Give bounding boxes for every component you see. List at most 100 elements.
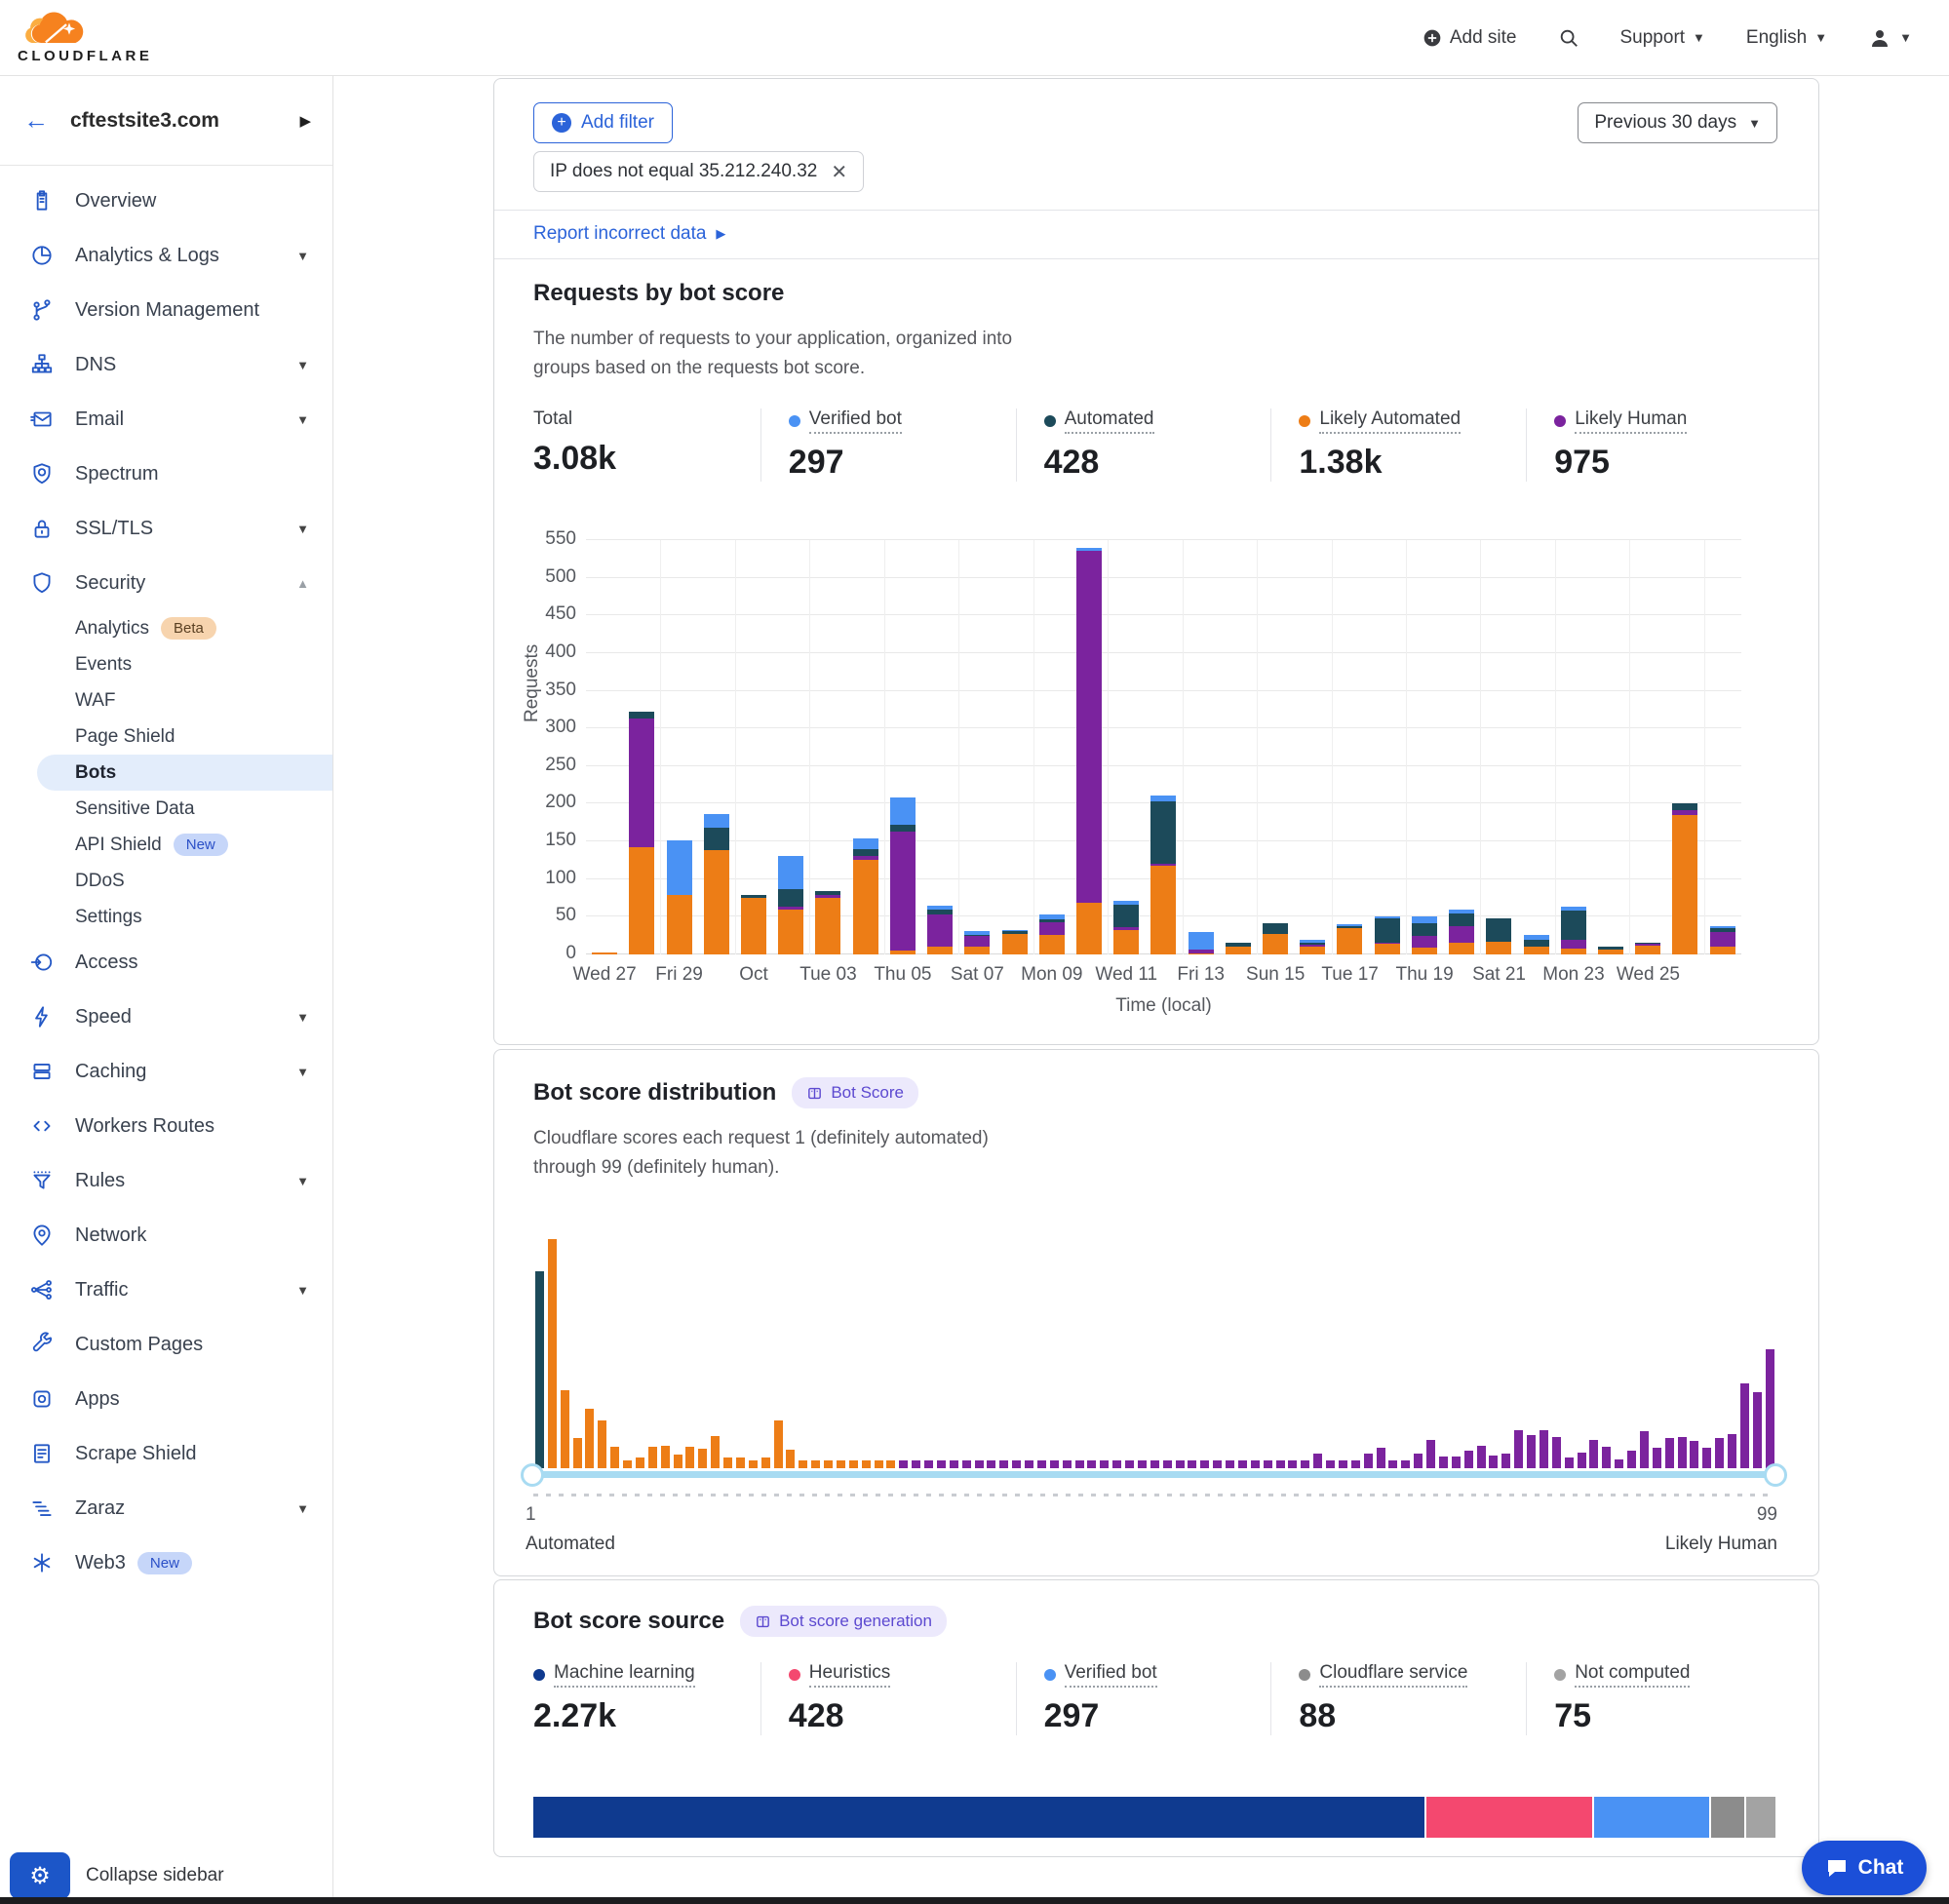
sidebar-item-security[interactable]: Security▲ bbox=[0, 556, 332, 610]
add-filter-button[interactable]: + Add filter bbox=[533, 102, 673, 143]
machine-learning-segment bbox=[533, 1797, 1426, 1838]
likely-automated-segment bbox=[629, 847, 654, 955]
add-site-button[interactable]: Add site bbox=[1423, 27, 1517, 49]
sidebar-item-analytics-logs[interactable]: Analytics & Logs▼ bbox=[0, 228, 332, 283]
search-button[interactable] bbox=[1558, 27, 1579, 49]
collapse-sidebar-button[interactable]: Collapse sidebar bbox=[86, 1865, 224, 1886]
score-41-bar bbox=[1037, 1460, 1046, 1468]
sidebar-item-waf[interactable]: WAF bbox=[0, 682, 332, 719]
date-range-dropdown[interactable]: Previous 30 days ▼ bbox=[1578, 102, 1777, 143]
sidebar-item-page-shield[interactable]: Page Shield bbox=[0, 719, 332, 755]
hist-slot bbox=[1412, 1239, 1424, 1468]
sidebar-item-settings[interactable]: Settings bbox=[0, 899, 332, 935]
bar-slot bbox=[958, 540, 995, 954]
bar-slot bbox=[1555, 540, 1592, 954]
stat-machine-learning: Machine learning2.27k bbox=[533, 1662, 760, 1735]
filter-chip[interactable]: IP does not equal 35.212.240.32 ✕ bbox=[533, 151, 864, 192]
sidebar-item-version-management[interactable]: Version Management bbox=[0, 283, 332, 337]
sidebar-item-email[interactable]: Email▼ bbox=[0, 392, 332, 447]
sidebar-item-traffic[interactable]: Traffic▼ bbox=[0, 1263, 332, 1317]
slider-handle-max[interactable] bbox=[1764, 1463, 1787, 1487]
sidebar-item-dns[interactable]: DNS▼ bbox=[0, 337, 332, 392]
likely-automated-segment bbox=[778, 910, 803, 954]
sidebar-item-label: Security bbox=[75, 572, 145, 595]
sidebar-item-speed[interactable]: Speed▼ bbox=[0, 990, 332, 1044]
stacked-bar bbox=[629, 712, 654, 954]
site-expand-icon[interactable]: ▶ bbox=[299, 112, 311, 130]
sidebar-item-ssl-tls[interactable]: SSL/TLS▼ bbox=[0, 501, 332, 556]
score-slider-track[interactable] bbox=[525, 1471, 1782, 1478]
sidebar-item-scrape-shield[interactable]: Scrape Shield bbox=[0, 1426, 332, 1481]
hist-slot bbox=[1161, 1239, 1174, 1468]
stacked-bar bbox=[1300, 940, 1325, 954]
score-31-bar bbox=[912, 1460, 920, 1468]
support-menu[interactable]: Support▼ bbox=[1620, 27, 1705, 49]
slider-handle-min[interactable] bbox=[521, 1463, 544, 1487]
hist-slot bbox=[1224, 1239, 1236, 1468]
hist-slot bbox=[747, 1239, 760, 1468]
sidebar-item-spectrum[interactable]: Spectrum bbox=[0, 447, 332, 501]
bot-score-badge[interactable]: Bot Score bbox=[792, 1077, 918, 1108]
sidebar-item-rules[interactable]: Rules▼ bbox=[0, 1153, 332, 1208]
score-35-bar bbox=[962, 1460, 971, 1468]
score-25-bar bbox=[837, 1460, 845, 1468]
language-menu[interactable]: English▼ bbox=[1746, 27, 1827, 49]
likely-automated-segment bbox=[964, 947, 990, 955]
score-12-bar bbox=[674, 1455, 682, 1468]
stat-value: 1.38k bbox=[1299, 444, 1506, 482]
sidebar-item-caching[interactable]: Caching▼ bbox=[0, 1044, 332, 1099]
bar-slot bbox=[995, 540, 1033, 954]
sidebar-item-api-shield[interactable]: API ShieldNew bbox=[0, 827, 332, 863]
sidebar-item-analytics[interactable]: AnalyticsBeta bbox=[0, 610, 332, 646]
chevron-down-icon: ▼ bbox=[296, 1501, 309, 1516]
sidebar-item-workers-routes[interactable]: Workers Routes bbox=[0, 1099, 332, 1153]
hist-slot bbox=[1588, 1239, 1601, 1468]
stat-label: Total bbox=[533, 408, 572, 430]
score-90-bar bbox=[1653, 1448, 1661, 1468]
hist-slot bbox=[1713, 1239, 1726, 1468]
verified-bot-dot bbox=[1044, 1669, 1056, 1681]
score-max-label: Likely Human bbox=[1665, 1534, 1777, 1555]
back-arrow-icon[interactable]: ← bbox=[23, 105, 49, 136]
sidebar-item-label: SSL/TLS bbox=[75, 518, 153, 540]
sidebar-item-label: API Shield bbox=[75, 835, 162, 856]
chat-button[interactable]: Chat bbox=[1802, 1841, 1927, 1895]
score-70-bar bbox=[1401, 1460, 1410, 1468]
cloudflare-logo[interactable]: CLOUDFLARE bbox=[18, 11, 152, 64]
sidebar-item-bots[interactable]: Bots bbox=[37, 755, 332, 791]
score-75-bar bbox=[1464, 1451, 1473, 1468]
close-icon[interactable]: ✕ bbox=[831, 160, 847, 184]
sidebar-item-sensitive-data[interactable]: Sensitive Data bbox=[0, 791, 332, 827]
sidebar-item-access[interactable]: Access bbox=[0, 935, 332, 990]
sidebar-item-events[interactable]: Events bbox=[0, 646, 332, 682]
preferences-button[interactable]: ⚙ bbox=[10, 1852, 70, 1899]
sidebar-item-custom-pages[interactable]: Custom Pages bbox=[0, 1317, 332, 1372]
stat-verified-bot: Verified bot297 bbox=[760, 408, 1016, 482]
bar-slot bbox=[847, 540, 884, 954]
score-14-bar bbox=[698, 1449, 707, 1468]
score-32-bar bbox=[924, 1460, 933, 1468]
account-menu[interactable]: ▼ bbox=[1868, 26, 1912, 50]
chevron-down-icon: ▼ bbox=[1899, 30, 1912, 45]
caching-icon bbox=[29, 1059, 55, 1084]
stacked-bar bbox=[1375, 916, 1400, 954]
bot-score-generation-badge[interactable]: Bot score generation bbox=[740, 1606, 947, 1637]
hist-slot bbox=[1600, 1239, 1613, 1468]
score-65-bar bbox=[1339, 1460, 1347, 1468]
hist-slot bbox=[559, 1239, 571, 1468]
bar-slot bbox=[1517, 540, 1554, 954]
sidebar-item-web3[interactable]: Web3New bbox=[0, 1535, 332, 1590]
sidebar-item-zaraz[interactable]: Zaraz▼ bbox=[0, 1481, 332, 1535]
verified-bot-segment bbox=[1189, 932, 1214, 951]
likely-human-segment bbox=[927, 914, 953, 946]
rules-icon bbox=[29, 1168, 55, 1193]
sidebar-item-overview[interactable]: Overview bbox=[0, 174, 332, 228]
sidebar-item-label: Speed bbox=[75, 1006, 132, 1029]
sidebar-item-apps[interactable]: Apps bbox=[0, 1372, 332, 1426]
custom-pages-icon bbox=[29, 1332, 55, 1357]
sidebar-item-network[interactable]: Network bbox=[0, 1208, 332, 1263]
chevron-down-icon: ▼ bbox=[296, 1065, 309, 1079]
report-incorrect-data-link[interactable]: Report incorrect data▶ bbox=[533, 223, 725, 245]
sidebar-item-ddos[interactable]: DDoS bbox=[0, 863, 332, 899]
stat-value: 297 bbox=[1044, 1697, 1252, 1735]
